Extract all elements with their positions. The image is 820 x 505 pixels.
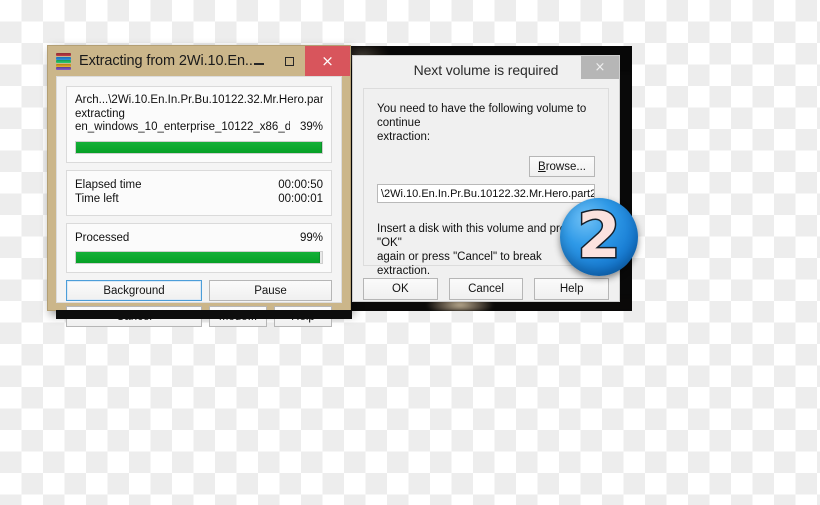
next-volume-titlebar[interactable]: Next volume is required × bbox=[353, 56, 619, 84]
mode-help-row: Mode... Help bbox=[209, 306, 332, 327]
current-file-label: en_windows_10_enterprise_10122_x86_dvd.i… bbox=[75, 121, 290, 133]
maximize-button[interactable] bbox=[274, 46, 305, 76]
current-file-progressbar bbox=[75, 140, 323, 154]
background-button[interactable]: Background bbox=[66, 280, 202, 301]
winrar-books-icon bbox=[55, 53, 72, 70]
mode-button[interactable]: Mode... bbox=[209, 306, 267, 327]
pause-button[interactable]: Pause bbox=[209, 280, 332, 301]
browse-button[interactable]: Browse... bbox=[529, 156, 595, 177]
extracting-titlebar[interactable]: Extracting from 2Wi.10.En... × bbox=[48, 46, 350, 76]
elapsed-time-row: Elapsed time 00:00:50 bbox=[75, 178, 323, 193]
time-stats-group: Elapsed time 00:00:50 Time left 00:00:01 bbox=[66, 169, 332, 216]
elapsed-time-value: 00:00:50 bbox=[278, 178, 323, 191]
volume-cancel-button[interactable]: Cancel bbox=[448, 278, 524, 300]
processed-label: Processed bbox=[75, 231, 130, 244]
next-volume-buttons: OK Cancel Help bbox=[363, 278, 609, 300]
processed-progressbar bbox=[75, 251, 323, 264]
extracting-window: Extracting from 2Wi.10.En... × Arch...\2… bbox=[47, 45, 352, 327]
cancel-button[interactable]: Cancel bbox=[66, 306, 202, 327]
screenshot-canvas: Extracting from 2Wi.10.En... × Arch...\2… bbox=[0, 0, 820, 505]
help-button[interactable]: Help bbox=[274, 306, 332, 327]
current-file-percent: 39% bbox=[299, 121, 323, 133]
step-2-number: 2 bbox=[576, 198, 622, 272]
browse-row: Browse... bbox=[377, 156, 595, 177]
action-label: extracting bbox=[75, 107, 125, 120]
volume-help-button[interactable]: Help bbox=[534, 278, 609, 300]
close-button[interactable]: × bbox=[305, 46, 350, 76]
step-2-badge: 2 bbox=[560, 198, 638, 276]
extracting-buttons: Background Pause Cancel Mode... Help bbox=[66, 280, 332, 327]
processed-group: Processed 99% bbox=[66, 222, 332, 273]
processed-row: Processed 99% bbox=[75, 231, 323, 246]
minimize-button[interactable] bbox=[243, 46, 274, 76]
volume-message-line2: extraction: bbox=[377, 131, 431, 143]
extracting-body: Arch...\2Wi.10.En.In.Pr.Bu.10122.32.Mr.H… bbox=[56, 76, 342, 327]
insert-line2: again or press "Cancel" to break extract… bbox=[377, 251, 542, 277]
browse-accel: B bbox=[538, 160, 546, 173]
time-left-label: Time left bbox=[75, 193, 119, 205]
current-file-group: Arch...\2Wi.10.En.In.Pr.Bu.10122.32.Mr.H… bbox=[66, 86, 332, 163]
next-volume-title: Next volume is required bbox=[413, 62, 559, 78]
volume-path-input[interactable]: \2Wi.10.En.In.Pr.Bu.10122.32.Mr.Hero.par… bbox=[377, 184, 595, 203]
time-left-value: 00:00:01 bbox=[278, 193, 323, 205]
elapsed-time-label: Elapsed time bbox=[75, 178, 142, 191]
archive-name-label: Arch...\2Wi.10.En.In.Pr.Bu.10122.32.Mr.H… bbox=[75, 94, 323, 106]
processed-percent: 99% bbox=[299, 231, 323, 244]
volume-message-line1: You need to have the following volume to… bbox=[377, 103, 587, 129]
time-left-row: Time left 00:00:01 bbox=[75, 192, 323, 207]
browse-label-rest: rowse... bbox=[545, 160, 586, 173]
ok-button[interactable]: OK bbox=[363, 278, 438, 300]
extracting-window-title: Extracting from 2Wi.10.En... bbox=[79, 53, 257, 69]
extracting-window-controls: × bbox=[243, 46, 350, 76]
close-icon[interactable]: × bbox=[581, 56, 619, 79]
current-file-row: en_windows_10_enterprise_10122_x86_dvd.i… bbox=[75, 121, 323, 135]
